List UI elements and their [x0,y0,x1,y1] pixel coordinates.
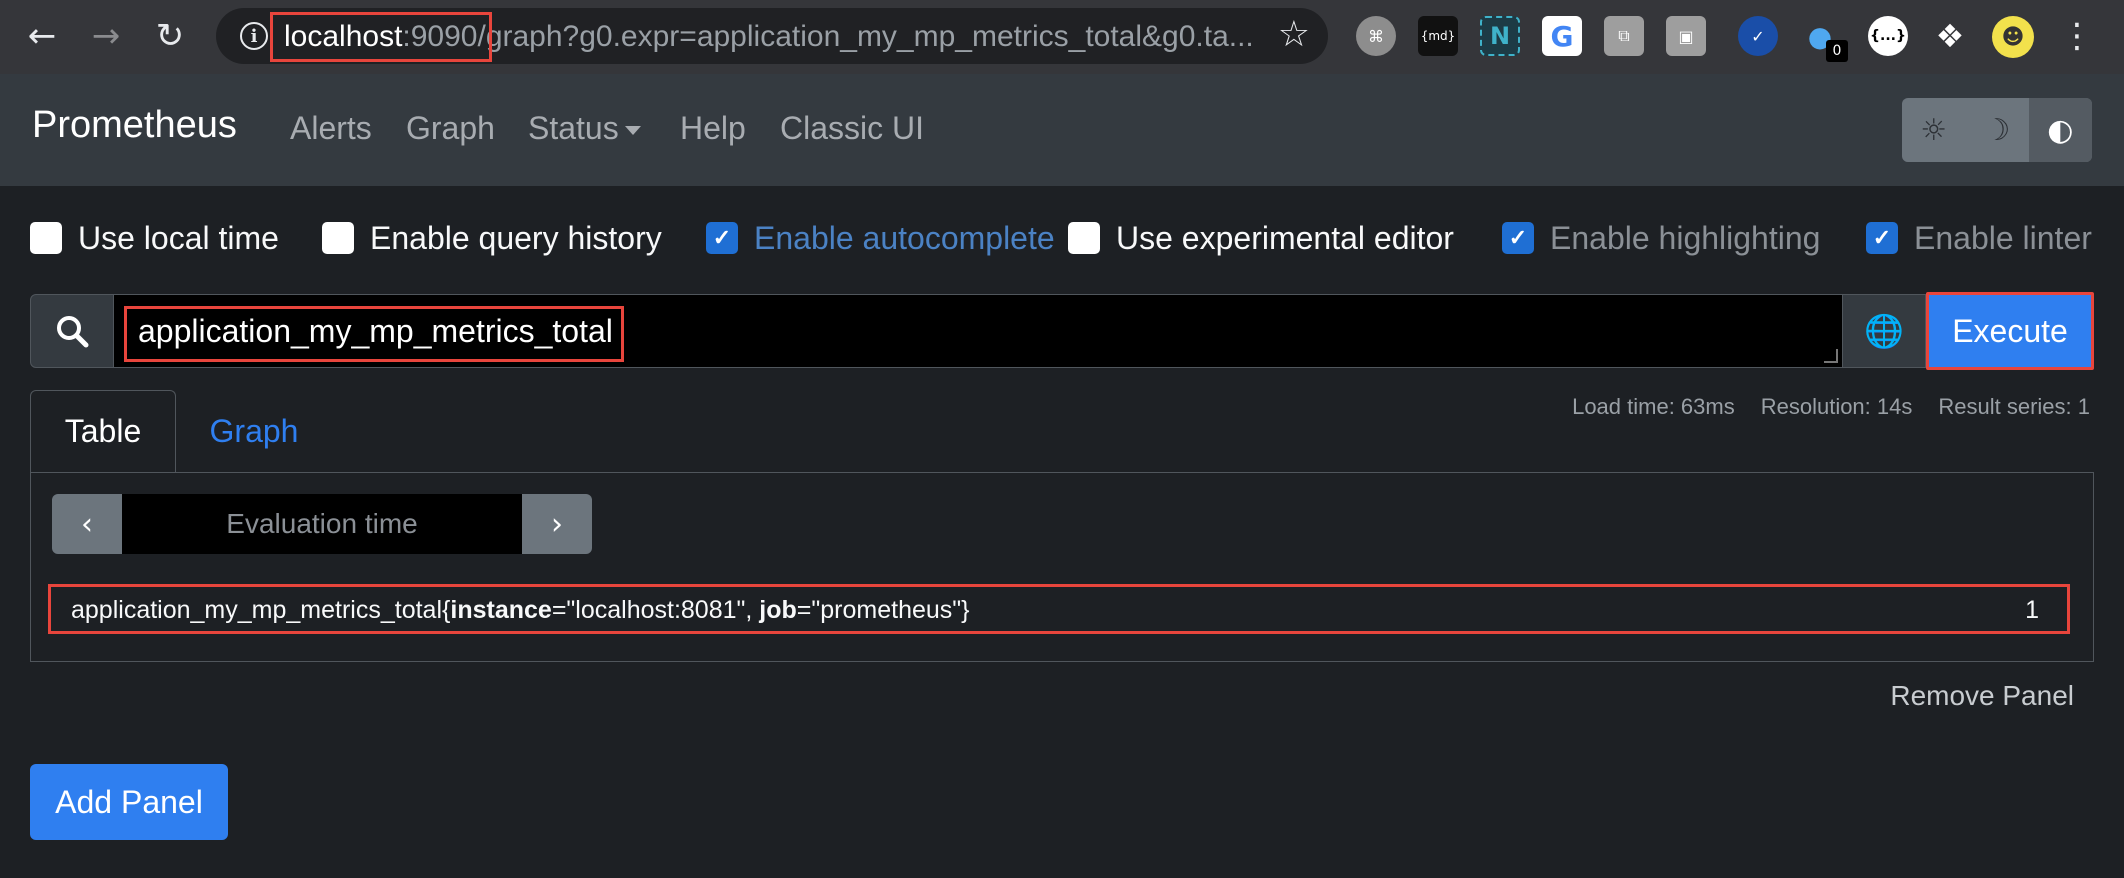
nav-help[interactable]: Help [680,110,746,147]
option-enable-highlighting[interactable]: ✓ Enable highlighting [1502,218,1820,258]
extension-check-icon[interactable]: ✓ [1738,16,1778,56]
option-enable-linter[interactable]: ✓ Enable linter [1866,218,2092,258]
extensions-puzzle-icon[interactable]: ❖ [1930,16,1970,56]
option-label: Use experimental editor [1116,219,1454,256]
metrics-explorer-globe-icon[interactable]: 🌐 [1842,294,1926,368]
checkbox-use-local-time[interactable] [30,222,62,254]
evaluation-time-input[interactable]: Evaluation time [122,494,522,554]
dark-theme-moon-icon[interactable]: ☽ [1965,98,2028,162]
query-stats: Load time: 63ms Resolution: 14s Result ser… [1546,394,2090,420]
load-time: Load time: 63ms [1572,394,1735,419]
option-label: Enable linter [1914,219,2092,256]
nav-alerts[interactable]: Alerts [290,110,372,147]
caret-down-icon [624,126,641,136]
evaluation-time-picker: ‹ Evaluation time › [52,494,592,554]
result-series: Result series: 1 [1938,394,2090,419]
extension-icon-1[interactable]: ⌘ [1356,16,1396,56]
series-value: 1 [2025,596,2039,624]
light-theme-sun-icon[interactable]: ☼ [1902,98,1965,162]
chevron-left-icon[interactable]: ‹ [52,494,122,554]
expression-highlight-box [124,306,624,362]
search-icon [30,294,114,368]
checkbox-enable-highlighting[interactable]: ✓ [1502,222,1534,254]
table-row: application_my_mp_metrics_total{instance… [48,584,2070,634]
option-enable-autocomplete[interactable]: ✓ Enable autocomplete [706,218,1055,258]
extension-markdown-icon[interactable]: {md} [1418,16,1458,56]
profile-avatar[interactable]: ☻ [1992,16,2034,58]
browser-theme-contrast-icon[interactable]: ◐ [2028,98,2092,162]
add-panel-button[interactable]: Add Panel [30,764,228,840]
series-labels: application_my_mp_metrics_total{instance… [71,596,970,624]
checkbox-enable-autocomplete[interactable]: ✓ [706,222,738,254]
app-navbar: Prometheus Alerts Graph Status Help Clas… [0,74,2124,186]
tab-table[interactable]: Table [30,390,176,472]
option-use-experimental-editor[interactable]: Use experimental editor [1068,218,1454,258]
option-use-local-time[interactable]: Use local time [30,218,279,258]
nav-status-label: Status [528,110,619,146]
chevron-right-icon[interactable]: › [522,494,592,554]
reload-icon[interactable]: ↻ [148,14,192,58]
extension-google-icon[interactable]: G [1542,16,1582,56]
checkbox-enable-query-history[interactable] [322,222,354,254]
option-label: Use local time [78,219,279,256]
extension-n-icon[interactable]: N [1480,16,1520,56]
nav-status-dropdown[interactable]: Status [528,110,641,147]
browser-menu-icon[interactable]: ⋮ [2060,16,2094,56]
option-label: Enable query history [370,219,662,256]
forward-icon[interactable]: → [84,14,128,58]
tab-graph[interactable]: Graph [190,390,318,472]
extension-json-icon[interactable]: {...} [1868,16,1908,56]
back-icon[interactable]: ← [20,14,64,58]
nav-classic-ui[interactable]: Classic UI [780,110,924,147]
nav-graph[interactable]: Graph [406,110,495,147]
brand-logo[interactable]: Prometheus [32,104,237,147]
checkbox-use-experimental-editor[interactable] [1068,222,1100,254]
option-enable-query-history[interactable]: Enable query history [322,218,662,258]
resolution: Resolution: 14s [1760,394,1913,419]
host-highlight-box [270,12,492,62]
browser-toolbar: ← → ↻ i localhost:9090/graph?g0.expr=app… [0,0,2124,74]
info-icon[interactable]: i [240,22,268,50]
extension-window-icon[interactable]: ▣ [1666,16,1706,56]
extension-copy-icon[interactable]: ⧉ [1604,16,1644,56]
option-label: Enable highlighting [1550,219,1821,256]
remove-panel-link[interactable]: Remove Panel [1890,680,2074,712]
checkbox-enable-linter[interactable]: ✓ [1866,222,1898,254]
extension-badge: 0 [1826,40,1848,62]
bookmark-star-icon[interactable]: ☆ [1278,14,1310,55]
theme-toggle-group: ☼ ☽ ◐ [1902,98,2092,162]
execute-highlight-box [1926,292,2094,370]
resize-handle[interactable] [1824,349,1838,363]
option-label: Enable autocomplete [754,219,1055,256]
